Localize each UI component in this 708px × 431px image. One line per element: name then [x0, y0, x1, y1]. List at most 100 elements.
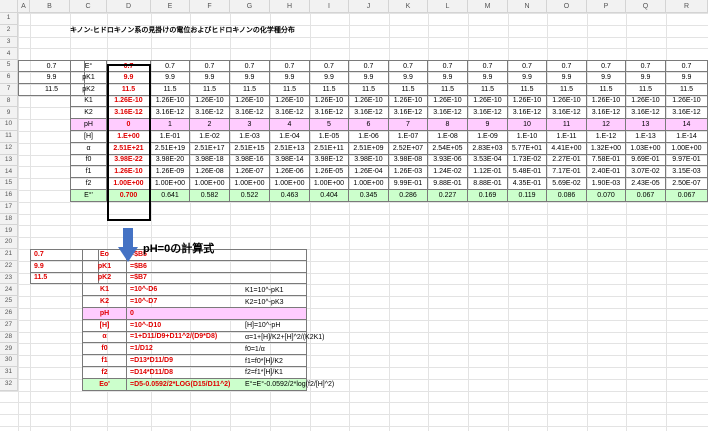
- data-cell[interactable]: 11.5: [151, 83, 190, 96]
- row-header[interactable]: 2: [0, 24, 18, 37]
- data-cell[interactable]: 7.17E-01: [547, 166, 587, 179]
- data-cell[interactable]: 9.9: [508, 72, 547, 84]
- data-cell[interactable]: 1.00E+00: [107, 178, 151, 190]
- data-cell[interactable]: 3.16E-12: [626, 107, 666, 120]
- data-cell[interactable]: 1.26E-10: [626, 95, 666, 108]
- data-cell[interactable]: 0.7: [151, 60, 190, 72]
- row-header[interactable]: 26: [0, 308, 18, 320]
- data-cell[interactable]: 11.5: [547, 83, 587, 96]
- data-cell[interactable]: 9.88E-01: [428, 178, 468, 190]
- data-cell[interactable]: 9.9: [107, 72, 151, 84]
- formula-cell[interactable]: =$B7: [127, 272, 307, 285]
- data-cell[interactable]: 0.7: [626, 60, 666, 72]
- data-cell[interactable]: 0.7: [190, 60, 230, 72]
- data-cell[interactable]: 1.26E-03: [389, 166, 428, 179]
- data-cell[interactable]: 0.345: [349, 190, 389, 202]
- data-cell[interactable]: 5.48E-01: [508, 166, 547, 179]
- row-label[interactable]: f1: [70, 166, 107, 179]
- data-cell[interactable]: 9.69E-01: [626, 154, 666, 167]
- data-cell[interactable]: 1.26E-10: [508, 95, 547, 108]
- data-cell[interactable]: 1.26E-09: [151, 166, 190, 179]
- data-cell[interactable]: 0.7: [349, 60, 389, 72]
- row-header[interactable]: 7: [0, 83, 18, 96]
- data-cell[interactable]: 1.E-10: [508, 131, 547, 143]
- row-header[interactable]: 15: [0, 178, 18, 190]
- data-cell[interactable]: 3.16E-12: [349, 107, 389, 120]
- column-header[interactable]: B: [30, 0, 70, 13]
- data-cell[interactable]: 3.16E-12: [468, 107, 508, 120]
- data-cell[interactable]: 11.5: [230, 83, 270, 96]
- column-header[interactable]: L: [428, 0, 468, 13]
- data-cell[interactable]: 1.00E+00: [666, 142, 708, 155]
- row-label[interactable]: K1: [70, 95, 107, 108]
- data-cell[interactable]: 5.69E-02: [547, 178, 587, 190]
- data-cell[interactable]: 0.070: [587, 190, 626, 202]
- lower-label[interactable]: pK2: [82, 272, 127, 285]
- data-cell[interactable]: 1.26E-10: [310, 95, 349, 108]
- data-cell[interactable]: 3.16E-12: [230, 107, 270, 120]
- data-cell[interactable]: 11.5: [107, 83, 151, 96]
- data-cell[interactable]: 5: [310, 119, 349, 131]
- data-cell[interactable]: 0.7: [468, 60, 508, 72]
- column-header[interactable]: C: [70, 0, 107, 13]
- row-header[interactable]: 31: [0, 367, 18, 379]
- data-cell[interactable]: 1.26E-04: [349, 166, 389, 179]
- column-header[interactable]: N: [508, 0, 547, 13]
- row-label[interactable]: E°': [70, 190, 107, 202]
- data-cell[interactable]: 9.9: [230, 72, 270, 84]
- row-header[interactable]: 10: [0, 119, 18, 131]
- column-header[interactable]: F: [190, 0, 230, 13]
- lower-label[interactable]: K2: [82, 296, 127, 308]
- data-cell[interactable]: 3.16E-12: [587, 107, 626, 120]
- data-cell[interactable]: 1.26E-10: [190, 95, 230, 108]
- data-cell[interactable]: 1.12E-01: [468, 166, 508, 179]
- data-cell[interactable]: 2.52E+07: [389, 142, 428, 155]
- data-cell[interactable]: 0.700: [107, 190, 151, 202]
- data-cell[interactable]: 8: [428, 119, 468, 131]
- row-header[interactable]: 11: [0, 131, 18, 143]
- data-cell[interactable]: 1.90E-03: [587, 178, 626, 190]
- data-cell[interactable]: 11.5: [468, 83, 508, 96]
- data-cell[interactable]: 11.5: [587, 83, 626, 96]
- data-cell[interactable]: 1.E-09: [468, 131, 508, 143]
- data-cell[interactable]: 3.07E-02: [626, 166, 666, 179]
- column-header[interactable]: R: [666, 0, 708, 13]
- data-cell[interactable]: 1.26E-10: [270, 95, 310, 108]
- data-cell[interactable]: 0.7: [310, 60, 349, 72]
- data-cell[interactable]: 9.9: [310, 72, 349, 84]
- data-cell[interactable]: 0.7: [270, 60, 310, 72]
- data-cell[interactable]: 4: [270, 119, 310, 131]
- data-cell[interactable]: 1.24E-02: [428, 166, 468, 179]
- data-cell[interactable]: 1.26E-06: [270, 166, 310, 179]
- data-cell[interactable]: 3.16E-12: [666, 107, 708, 120]
- row-header[interactable]: 18: [0, 213, 18, 226]
- row-header[interactable]: 19: [0, 225, 18, 238]
- data-cell[interactable]: 1.26E-10: [587, 95, 626, 108]
- data-cell[interactable]: 3.98E-10: [349, 154, 389, 167]
- data-cell[interactable]: 1.26E-07: [230, 166, 270, 179]
- data-cell[interactable]: 9.9: [389, 72, 428, 84]
- data-cell[interactable]: 14: [666, 119, 708, 131]
- column-header[interactable]: E: [151, 0, 190, 13]
- row-header[interactable]: 27: [0, 319, 18, 332]
- data-cell[interactable]: 9.9: [626, 72, 666, 84]
- data-cell[interactable]: 2.51E+17: [190, 142, 230, 155]
- data-cell[interactable]: 1.00E+00: [230, 178, 270, 190]
- row-label[interactable]: pH: [70, 119, 107, 131]
- data-cell[interactable]: 0.7: [587, 60, 626, 72]
- data-cell[interactable]: 0.119: [508, 190, 547, 202]
- row-label[interactable]: f0: [70, 154, 107, 167]
- formula-cell[interactable]: 0: [127, 308, 307, 320]
- column-header[interactable]: H: [270, 0, 310, 13]
- lower-label[interactable]: f0: [82, 343, 127, 356]
- data-cell[interactable]: 11.5: [508, 83, 547, 96]
- row-header[interactable]: 9: [0, 107, 18, 120]
- data-cell[interactable]: 1.26E-05: [310, 166, 349, 179]
- data-cell[interactable]: 6: [349, 119, 389, 131]
- lower-label[interactable]: f1: [82, 355, 127, 367]
- data-cell[interactable]: 3.16E-12: [270, 107, 310, 120]
- data-cell[interactable]: 2.83E+03: [468, 142, 508, 155]
- row-header[interactable]: 28: [0, 331, 18, 344]
- data-cell[interactable]: 0.7: [230, 60, 270, 72]
- data-cell[interactable]: 1.73E-02: [508, 154, 547, 167]
